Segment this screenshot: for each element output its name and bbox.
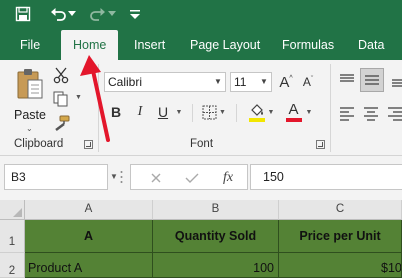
name-box[interactable]: B3 — [4, 164, 108, 190]
shrink-font-label: A — [302, 75, 311, 89]
font-group-label: Font — [190, 138, 214, 150]
formula-bar: B3 ▼ fx 150 — [0, 156, 402, 200]
ribbon-tabs: File Home Insert Page Layout Formulas Da… — [0, 30, 402, 62]
ribbon-home: Paste ⌄ ▼ Clipboard Calibri ▼ 11 ▼ A ^ A… — [0, 60, 402, 156]
grow-font-label: A — [279, 73, 290, 91]
cut-icon[interactable] — [52, 66, 70, 84]
top-align-icon[interactable] — [338, 72, 356, 90]
more-options-icon[interactable] — [120, 166, 123, 188]
save-icon[interactable] — [12, 3, 34, 25]
underline-button[interactable]: U — [154, 102, 172, 122]
align-center-icon[interactable] — [362, 104, 380, 122]
tab-formulas[interactable]: Formulas — [280, 30, 336, 60]
cell-c2-value: $10 — [381, 261, 402, 275]
paste-label: Paste — [14, 108, 46, 122]
cell-b1[interactable]: Quantity Sold — [153, 220, 279, 253]
tab-file[interactable]: File — [18, 30, 42, 60]
borders-icon — [202, 105, 217, 119]
format-painter-icon[interactable] — [52, 114, 70, 132]
font-color-icon: A — [285, 101, 304, 123]
tab-insert[interactable]: Insert — [132, 30, 167, 60]
paste-button[interactable]: Paste ⌄ — [12, 68, 48, 134]
cell-a1[interactable]: A — [25, 220, 153, 253]
font-color-button[interactable]: A ▼ — [282, 100, 316, 124]
worksheet-grid: A B C 1 2 A Quantity Sold Price per Unit… — [0, 200, 402, 278]
insert-function-icon[interactable]: fx — [217, 168, 239, 188]
tab-page-layout[interactable]: Page Layout — [188, 30, 262, 60]
tab-data[interactable]: Data — [356, 30, 386, 60]
font-name-combo[interactable]: Calibri ▼ — [104, 72, 226, 92]
tab-home[interactable]: Home — [61, 30, 119, 62]
group-divider — [98, 64, 99, 152]
italic-button[interactable]: I — [130, 102, 150, 122]
font-size-combo[interactable]: 11 ▼ — [230, 72, 272, 92]
shrink-font-button[interactable]: Aˇ — [298, 72, 318, 92]
paste-icon — [17, 69, 43, 99]
fill-color-button[interactable]: ▼ — [244, 100, 278, 124]
cell-c2[interactable]: $10 — [279, 253, 402, 278]
font-launcher-icon[interactable] — [316, 140, 325, 149]
clipboard-group-label: Clipboard — [14, 138, 64, 150]
title-bar — [0, 0, 402, 30]
divider — [192, 104, 193, 122]
underline-dropdown[interactable]: ▼ — [172, 102, 184, 122]
cell-a2[interactable]: Product A — [25, 253, 153, 278]
enter-icon[interactable] — [181, 168, 203, 188]
borders-button[interactable]: ▼ — [198, 102, 230, 122]
middle-align-icon[interactable] — [360, 68, 384, 92]
formula-buttons: fx — [130, 164, 248, 190]
select-all-button[interactable] — [0, 200, 25, 220]
copy-icon[interactable]: ▼ — [52, 90, 82, 108]
column-header-a[interactable]: A — [25, 200, 153, 220]
group-divider — [330, 64, 331, 152]
column-header-c[interactable]: C — [279, 200, 402, 220]
column-header-b[interactable]: B — [153, 200, 279, 220]
chevron-down-icon: ⌄ — [26, 124, 33, 133]
chevron-down-icon[interactable]: ▼ — [110, 172, 118, 181]
grow-font-button[interactable]: A ^ — [276, 72, 296, 92]
row-header-1[interactable]: 1 — [0, 220, 25, 253]
cell-c1[interactable]: Price per Unit — [279, 220, 402, 253]
fill-color-icon — [248, 104, 265, 122]
redo-dropdown-icon[interactable] — [106, 3, 118, 25]
bold-button[interactable]: B — [106, 102, 126, 122]
clipboard-launcher-icon[interactable] — [84, 140, 93, 149]
align-right-icon[interactable] — [386, 104, 402, 122]
font-size-value: 11 — [234, 75, 247, 89]
undo-dropdown-icon[interactable] — [66, 3, 78, 25]
divider — [236, 104, 237, 122]
redo-icon[interactable] — [86, 3, 108, 25]
cell-b2[interactable]: 100 — [153, 253, 279, 278]
chevron-down-icon[interactable]: ▼ — [257, 73, 271, 91]
chevron-down-icon[interactable]: ▼ — [211, 73, 225, 91]
cancel-icon[interactable] — [145, 168, 167, 188]
customize-qat-icon[interactable] — [124, 3, 146, 25]
bottom-align-icon[interactable] — [390, 72, 402, 90]
font-name-value: Calibri — [108, 75, 143, 89]
align-left-icon[interactable] — [338, 104, 356, 122]
formula-input[interactable]: 150 — [250, 164, 402, 190]
row-header-2[interactable]: 2 — [0, 253, 25, 278]
